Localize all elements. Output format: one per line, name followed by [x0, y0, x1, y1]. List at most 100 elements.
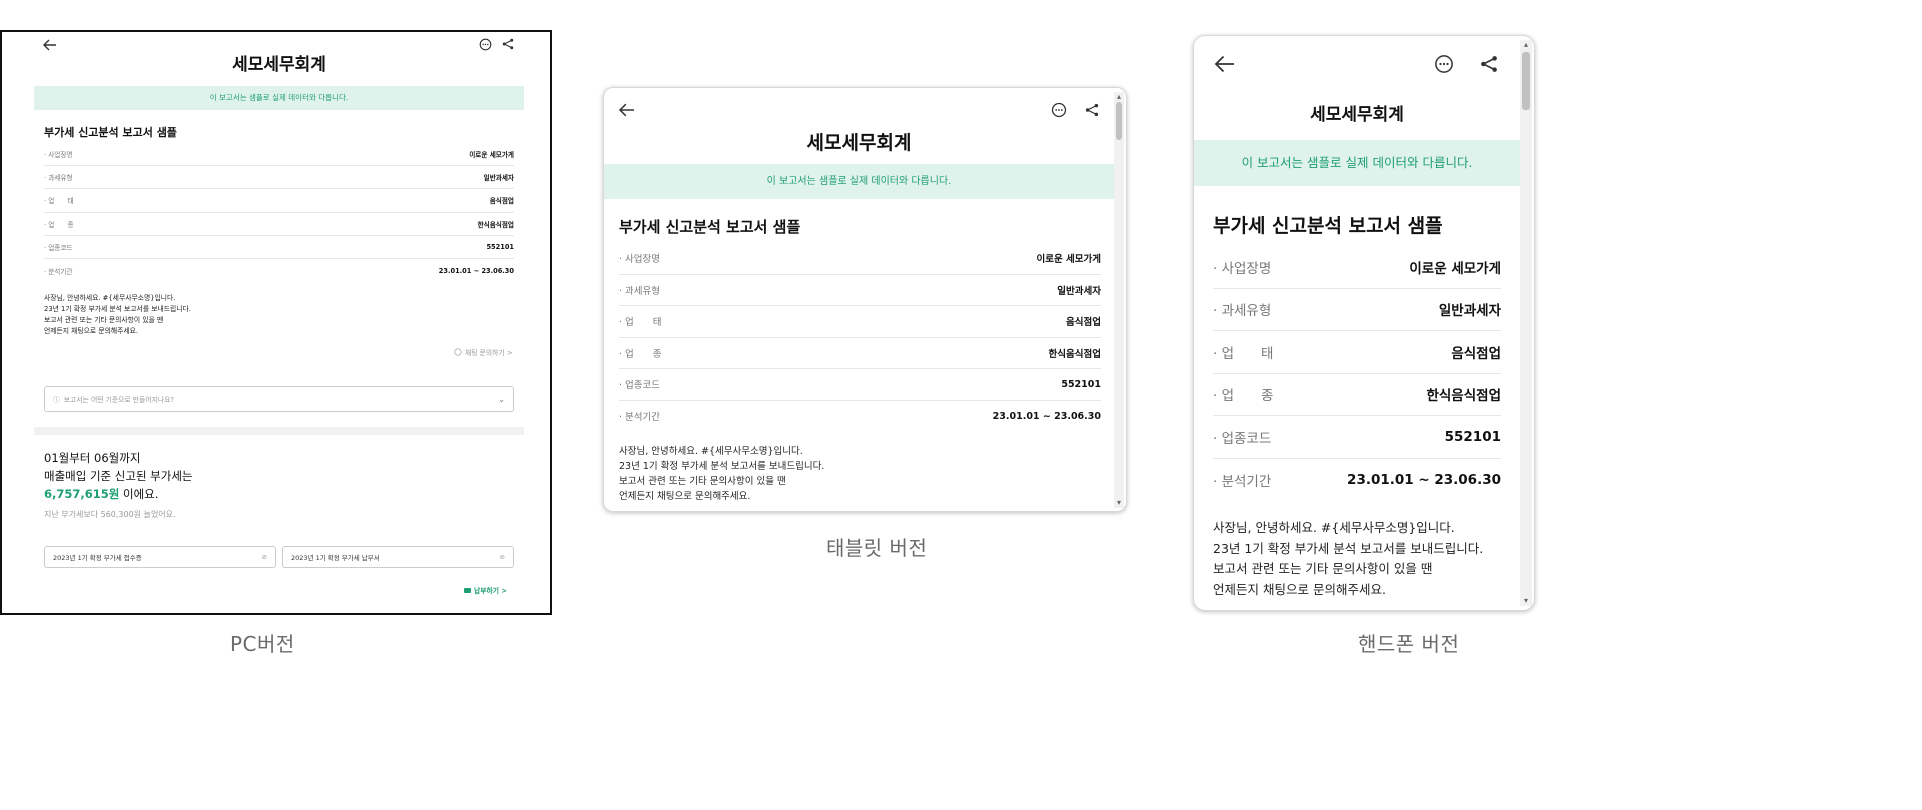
info-value: 한식음식점업 [477, 220, 514, 229]
info-value: 552101 [1061, 378, 1101, 390]
greeting-message: 사장님, 안녕하세요. #{세무사무소명}입니다. 23년 1기 확정 부가세 분… [619, 444, 824, 504]
caption-pc: PC버전 [230, 632, 295, 656]
info-row: · 분석기간 23.01.01 ~ 23.06.30 [1213, 459, 1501, 502]
info-value: 일반과세자 [483, 174, 514, 183]
scrollbar-thumb[interactable] [1522, 52, 1530, 110]
info-row: · 업 태 음식점업 [44, 189, 514, 213]
message-line: 사장님, 안녕하세요. #{세무사무소명}입니다. [619, 446, 803, 457]
scroll-up-icon[interactable]: ▴ [1520, 40, 1532, 50]
tablet-frame: 세모세무회계 이 보고서는 샘플로 실제 데이터와 다릅니다. 부가세 신고분석… [603, 87, 1127, 512]
info-label: · 사업장명 [619, 254, 660, 266]
report-title: 부가세 신고분석 보고서 샘플 [44, 126, 177, 139]
scrollbar[interactable]: ▴ ▾ [1114, 92, 1124, 508]
pc-frame: 세모세무회계 이 보고서는 샘플로 실제 데이터와 다릅니다. 부가세 신고분석… [0, 30, 552, 615]
share-icon[interactable] [1082, 100, 1102, 120]
info-row: · 분석기간 23.01.01 ~ 23.06.30 [44, 259, 514, 282]
attachment-icon: ⊘ [499, 553, 505, 561]
info-value: 23.01.01 ~ 23.06.30 [992, 410, 1101, 422]
back-arrow-icon[interactable] [1211, 52, 1239, 76]
faq-question: 보고서는 어떤 기준으로 만들어지나요? [63, 396, 174, 404]
info-label: · 업 태 [619, 317, 662, 329]
summary-block: 01월부터 06월까지 매출매입 기준 신고된 부가세는 6,757,615원 … [44, 449, 193, 524]
caption-tablet: 태블릿 버전 [826, 536, 928, 560]
info-value: 552101 [486, 242, 514, 251]
info-table: · 사업장명 이로운 세모가게 · 과세유형 일반과세자 · 업 태 음식점업 · 업 종 한… [619, 243, 1101, 432]
info-row: · 분석기간 23.01.01 ~ 23.06.30 [619, 401, 1101, 433]
pay-link[interactable]: 납부하기 > [464, 585, 507, 595]
scroll-down-icon[interactable]: ▾ [1114, 498, 1124, 508]
info-value: 552101 [1444, 428, 1501, 445]
brand-title: 세모세무회계 [806, 132, 912, 154]
chevron-down-icon: ⌄ [498, 394, 505, 404]
message-line: 23년 1기 확정 부가세 분석 보고서를 보내드립니다. [619, 461, 825, 472]
info-label: · 과세유형 [44, 174, 73, 183]
message-line: 언제든지 채팅으로 문의해주세요. [44, 327, 139, 335]
sample-notice-banner: 이 보고서는 샘플로 실제 데이터와 다릅니다. [1194, 140, 1520, 186]
scrollbar-thumb[interactable] [1116, 102, 1122, 140]
summary-sub: 지난 부가세보다 560,300원 늘었어요. [44, 510, 176, 519]
caption-phone: 핸드폰 버전 [1358, 632, 1460, 656]
vat-amount: 6,757,615원 [44, 487, 120, 501]
chat-inquiry-link[interactable]: 채팅 문의하기 > [454, 347, 513, 357]
info-row: · 사업장명 이로운 세모가게 [44, 143, 514, 167]
info-row: · 과세유형 일반과세자 [1213, 289, 1501, 331]
scroll-up-icon[interactable]: ▴ [1114, 92, 1124, 102]
message-line: 사장님, 안녕하세요. #{세무사무소명}입니다. [1213, 520, 1455, 535]
file-receipt[interactable]: 2023년 1기 확정 부가세 접수증 ⊘ [44, 546, 276, 568]
info-label: · 업 태 [44, 197, 74, 206]
info-value: 23.01.01 ~ 23.06.30 [438, 266, 514, 275]
info-value: 일반과세자 [1438, 303, 1501, 320]
info-value: 이로운 세모가게 [1036, 254, 1102, 266]
message-line: 사장님, 안녕하세요. #{세무사무소명}입니다. [44, 294, 176, 302]
report-title: 부가세 신고분석 보고서 샘플 [619, 218, 801, 236]
greeting-message: 사장님, 안녕하세요. #{세무사무소명}입니다. 23년 1기 확정 부가세 분… [44, 293, 191, 337]
section-divider [34, 427, 524, 435]
back-arrow-icon[interactable] [616, 100, 638, 120]
info-table: · 사업장명 이로운 세모가게 · 과세유형 일반과세자 · 업 태 음식점업 · 업 종 한… [44, 143, 514, 282]
info-label: · 업 종 [44, 220, 74, 229]
message-line: 언제든지 채팅으로 문의해주세요. [619, 491, 751, 502]
sample-notice-banner: 이 보고서는 샘플로 실제 데이터와 다릅니다. [34, 86, 524, 110]
info-label: · 업종코드 [1213, 430, 1272, 447]
info-table: · 사업장명 이로운 세모가게 · 과세유형 일반과세자 · 업 태 음식점업 · 업 종 한… [1213, 246, 1501, 501]
faq-dropdown[interactable]: ⓘ 보고서는 어떤 기준으로 만들어지나요? ⌄ [44, 386, 514, 412]
info-label: · 업 태 [1213, 345, 1274, 362]
info-label: · 업 종 [619, 348, 662, 360]
scroll-down-icon[interactable]: ▾ [1520, 596, 1532, 606]
sample-notice-banner: 이 보고서는 샘플로 실제 데이터와 다릅니다. [604, 164, 1114, 199]
brand-title: 세모세무회계 [1310, 105, 1404, 125]
info-row: · 업종코드 552101 [1213, 416, 1501, 459]
file-payment-slip[interactable]: 2023년 1기 확정 부가세 납부서 ⊘ [282, 546, 514, 568]
info-row: · 업 태 음식점업 [619, 306, 1101, 338]
info-value: 23.01.01 ~ 23.06.30 [1347, 471, 1501, 488]
money-icon [464, 587, 471, 593]
info-row: · 업 태 음식점업 [1213, 331, 1501, 374]
info-row: · 사업장명 이로운 세모가게 [1213, 246, 1501, 289]
info-row: · 업종코드 552101 [44, 236, 514, 259]
message-line: 23년 1기 확정 부가세 분석 보고서를 보내드립니다. [44, 305, 191, 313]
info-label: · 사업장명 [1213, 260, 1272, 277]
info-row: · 업 종 한식음식점업 [619, 338, 1101, 369]
info-label: · 업 종 [1213, 388, 1274, 405]
info-label: · 업종코드 [44, 243, 73, 252]
scrollbar[interactable]: ▴ ▾ [1520, 40, 1532, 606]
info-value: 이로운 세모가게 [1409, 260, 1501, 277]
info-icon: ⓘ [53, 396, 60, 404]
info-row: · 업종코드 552101 [619, 369, 1101, 401]
chat-small-icon [454, 348, 462, 356]
info-row: · 업 종 한식음식점업 [44, 213, 514, 236]
message-line: 보고서 관련 또는 기타 문의사항이 있을 땐 [44, 316, 164, 324]
greeting-message: 사장님, 안녕하세요. #{세무사무소명}입니다. 23년 1기 확정 부가세 분… [1213, 518, 1483, 600]
info-value: 음식점업 [1066, 317, 1101, 329]
phone-frame: 세모세무회계 이 보고서는 샘플로 실제 데이터와 다릅니다. 부가세 신고분석… [1193, 35, 1535, 611]
info-label: · 과세유형 [619, 285, 660, 297]
info-row: · 과세유형 일반과세자 [44, 166, 514, 190]
chat-icon[interactable] [1049, 100, 1069, 120]
share-icon[interactable] [1477, 52, 1501, 76]
chat-icon[interactable] [1432, 52, 1456, 76]
message-line: 보고서 관련 또는 기타 문의사항이 있을 땐 [1213, 561, 1433, 576]
info-value: 음식점업 [489, 197, 514, 206]
message-line: 23년 1기 확정 부가세 분석 보고서를 보내드립니다. [1213, 540, 1484, 556]
info-label: · 과세유형 [1213, 303, 1272, 320]
info-row: · 사업장명 이로운 세모가게 [619, 243, 1101, 275]
